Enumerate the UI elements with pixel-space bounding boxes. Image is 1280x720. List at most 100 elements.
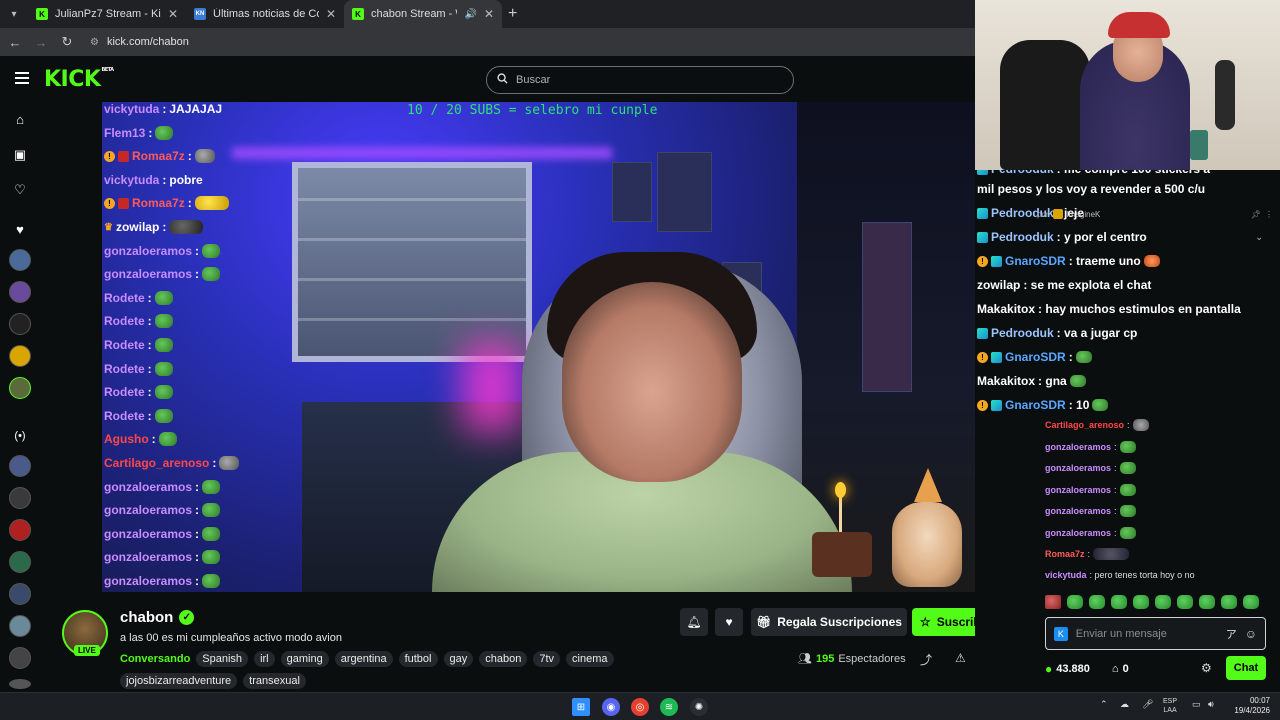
pin-icon[interactable]: 📌︎ xyxy=(1251,210,1261,219)
chat-user[interactable]: zowilap xyxy=(977,278,1020,292)
tag-chip[interactable]: jojosbizarreadventure xyxy=(120,673,238,689)
chrome-icon[interactable]: ◎ xyxy=(631,698,649,716)
tag-chip[interactable]: irl xyxy=(254,651,275,667)
browse-icon[interactable]: ▣ xyxy=(12,147,28,163)
chat-input-box[interactable]: K ア ☺ xyxy=(1045,617,1266,650)
emote-button[interactable] xyxy=(1089,595,1105,609)
chat-user[interactable]: vickytuda xyxy=(1045,570,1087,580)
cloud-icon[interactable]: ☁ xyxy=(1120,700,1129,709)
chat-user[interactable]: GnaroSDR xyxy=(1005,350,1066,364)
chat-user[interactable]: gonzaloeramos xyxy=(1045,506,1111,516)
chevron-down-icon[interactable]: ⌄ xyxy=(1255,232,1263,243)
tag-chip[interactable]: futbol xyxy=(398,651,438,667)
channel-avatar[interactable] xyxy=(9,647,31,669)
chat-user[interactable]: gonzaloeramos xyxy=(1045,528,1111,538)
tag-chip[interactable]: cinema xyxy=(566,651,614,667)
channel-avatar[interactable] xyxy=(9,487,31,509)
following-icon[interactable]: ♡ xyxy=(12,182,28,198)
audio-playing-icon[interactable]: 🔊 xyxy=(464,9,476,20)
tag-chip[interactable]: 7tv xyxy=(533,651,561,667)
chat-user[interactable]: gonzaloeramos xyxy=(1045,442,1111,452)
menu-icon[interactable] xyxy=(15,72,29,84)
live-channels-icon[interactable]: (•) xyxy=(12,430,28,442)
channel-avatar[interactable] xyxy=(9,679,31,689)
gift-subs-button[interactable]: 🎁︎ Regala Suscripciones xyxy=(751,608,907,636)
emote-button[interactable] xyxy=(1243,595,1259,609)
channel-avatar[interactable] xyxy=(9,249,31,271)
channel-points[interactable]: ● 43.880 xyxy=(1045,662,1090,676)
kick-logo[interactable]: KICKBETA xyxy=(44,67,114,92)
send-chat-button[interactable]: Chat xyxy=(1226,656,1266,680)
shop-count[interactable]: ⌂ 0 xyxy=(1112,663,1129,675)
tab-noticias[interactable]: KN Últimas noticias de Cotización ✕ xyxy=(186,0,344,28)
chat-user[interactable]: Romaa7z xyxy=(1045,549,1085,559)
category-link[interactable]: Conversando xyxy=(120,653,190,665)
emoji-icon[interactable]: ☺ xyxy=(1245,627,1257,641)
channel-avatar[interactable] xyxy=(9,583,31,605)
spotify-icon[interactable]: ≋ xyxy=(660,698,678,716)
chat-message-input[interactable] xyxy=(1075,627,1218,640)
channel-avatar[interactable] xyxy=(9,551,31,573)
tag-chip[interactable]: gaming xyxy=(280,651,329,667)
channel-name[interactable]: chabon xyxy=(120,609,173,626)
search-input[interactable]: Buscar xyxy=(486,66,794,94)
video-player[interactable]: 10 / 20 SUBS = selebro mi cunple vickytu… xyxy=(102,102,975,592)
tray-chevron-icon[interactable]: ⌃ xyxy=(1100,700,1108,709)
tab-kick-dashboard[interactable]: K JulianPz7 Stream - Kick Dashbo ✕ xyxy=(28,0,186,28)
new-tab-button[interactable]: + xyxy=(502,5,517,23)
chat-user[interactable]: Makakitox xyxy=(977,302,1035,316)
emote-button[interactable] xyxy=(1067,595,1083,609)
share-icon[interactable]: ⤴ xyxy=(920,651,932,668)
url-field[interactable]: ⚙ kick.com/chabon xyxy=(90,36,189,48)
emote-button[interactable] xyxy=(1221,595,1237,609)
chat-user[interactable]: Pedrooduk xyxy=(991,230,1054,244)
emote-button[interactable] xyxy=(1045,595,1061,609)
site-info-icon[interactable]: ⚙ xyxy=(90,37,99,48)
mic-icon[interactable]: 🎤︎ xyxy=(1142,700,1153,709)
tab-list-icon[interactable]: ▾ xyxy=(0,0,28,28)
channel-avatar[interactable] xyxy=(9,313,31,335)
discord-icon[interactable]: ◉ xyxy=(602,698,620,716)
tab-chabon-stream[interactable]: K chabon Stream - Watch Liv 🔊 ✕ xyxy=(344,0,502,28)
chat-user[interactable]: GnaroSDR xyxy=(1005,254,1066,268)
channel-avatar[interactable] xyxy=(9,345,31,367)
volume-icon[interactable]: 🔊︎ xyxy=(1208,700,1214,709)
emote-button[interactable] xyxy=(1111,595,1127,609)
channel-avatar[interactable] xyxy=(9,519,31,541)
chat-user[interactable]: GnaroSDR xyxy=(1005,398,1066,412)
home-icon[interactable]: ⌂ xyxy=(12,112,28,127)
chat-user[interactable]: Makakitox xyxy=(977,374,1035,388)
tag-chip[interactable]: transexual xyxy=(243,673,306,689)
close-tab-icon[interactable]: ✕ xyxy=(326,7,336,21)
back-icon[interactable]: ← xyxy=(8,35,22,50)
chat-user[interactable]: gonzaloeramos xyxy=(1045,463,1111,473)
chat-user[interactable]: Pedrooduk xyxy=(991,326,1054,340)
tag-chip[interactable]: chabon xyxy=(479,651,528,667)
forward-icon[interactable]: → xyxy=(34,35,48,50)
channel-avatar[interactable] xyxy=(9,281,31,303)
followed-heart-icon[interactable]: ♥ xyxy=(12,222,28,237)
emote-button[interactable] xyxy=(1199,595,1215,609)
translate-icon[interactable]: ア xyxy=(1226,626,1237,642)
emote-button[interactable] xyxy=(1155,595,1171,609)
pinned-message-bar[interactable]: por ImagineK 📌︎ ⋮ xyxy=(1037,206,1273,222)
channel-avatar[interactable] xyxy=(9,455,31,477)
follow-button[interactable]: ♥ xyxy=(715,608,743,636)
tag-chip[interactable]: Spanish xyxy=(196,651,249,667)
report-icon[interactable]: ⚠ xyxy=(955,651,966,665)
system-clock[interactable]: 00:07 19/4/2026 xyxy=(1226,696,1270,716)
app-icon[interactable]: ✺ xyxy=(690,698,708,716)
close-tab-icon[interactable]: ✕ xyxy=(168,7,178,21)
close-tab-icon[interactable]: ✕ xyxy=(484,7,494,21)
kick-emote-icon[interactable]: K xyxy=(1054,626,1068,641)
channel-avatar[interactable] xyxy=(9,615,31,637)
display-icon[interactable]: ▭ xyxy=(1192,700,1201,709)
notifications-button[interactable]: 🔔︎ xyxy=(680,608,708,636)
emote-button[interactable] xyxy=(1133,595,1149,609)
chat-user[interactable]: Cartilago_arenoso xyxy=(1045,420,1124,430)
tag-chip[interactable]: gay xyxy=(443,651,474,667)
more-icon[interactable]: ⋮ xyxy=(1265,210,1273,219)
tag-chip[interactable]: argentina xyxy=(334,651,393,667)
settings-gear-icon[interactable]: ⚙ xyxy=(1201,661,1212,675)
reload-icon[interactable]: ↻ xyxy=(60,34,74,50)
